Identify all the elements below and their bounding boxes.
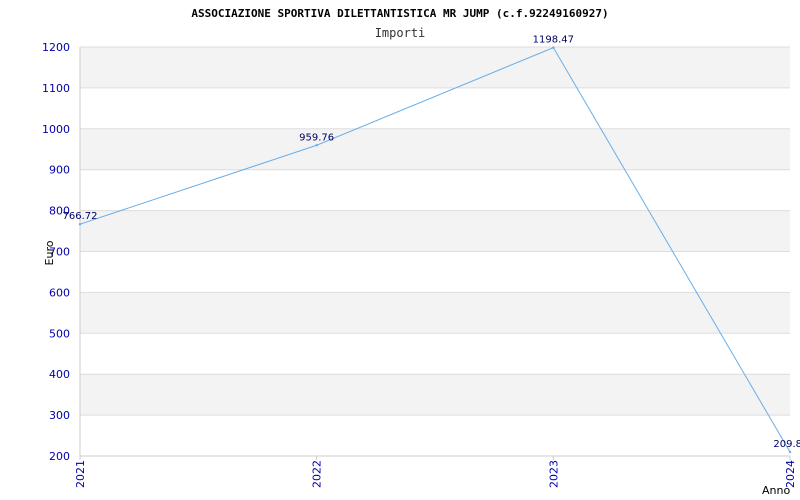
grid-band bbox=[80, 47, 790, 88]
data-label: 209.8 bbox=[773, 439, 800, 450]
data-point bbox=[78, 223, 82, 226]
x-axis-ticks: 2021 2022 2023 2024 bbox=[74, 456, 797, 488]
y-tick-label: 400 bbox=[49, 368, 70, 381]
y-tick-label: 600 bbox=[49, 286, 70, 299]
x-tick-label: 2022 bbox=[311, 460, 324, 488]
y-tick-label: 1200 bbox=[42, 41, 70, 54]
grid-bands bbox=[80, 47, 790, 416]
data-label: 766.72 bbox=[63, 211, 98, 222]
data-point bbox=[788, 450, 792, 454]
y-tick-label: 1100 bbox=[42, 82, 70, 95]
grid-band bbox=[80, 210, 790, 252]
chart-subtitle: Importi bbox=[375, 26, 426, 40]
y-tick-label: 900 bbox=[49, 164, 70, 177]
y-axis-label: Euro bbox=[43, 240, 56, 265]
y-tick-label: 200 bbox=[49, 450, 70, 463]
y-tick-label: 1000 bbox=[42, 123, 70, 136]
data-label: 1198.47 bbox=[533, 35, 574, 46]
x-tick-label: 2023 bbox=[547, 460, 560, 488]
chart: ASSOCIAZIONE SPORTIVA DILETTANTISTICA MR… bbox=[42, 7, 800, 497]
data-point bbox=[315, 144, 318, 147]
grid-band bbox=[80, 128, 790, 170]
x-axis-label: Anno bbox=[762, 484, 790, 497]
y-tick-label: 500 bbox=[49, 327, 70, 340]
data-point bbox=[552, 46, 555, 49]
data-label: 959.76 bbox=[299, 132, 334, 143]
y-tick-label: 300 bbox=[49, 409, 70, 422]
grid-band bbox=[80, 374, 790, 416]
chart-title: ASSOCIAZIONE SPORTIVA DILETTANTISTICA MR… bbox=[191, 7, 608, 20]
grid-band bbox=[80, 292, 790, 334]
x-tick-label: 2021 bbox=[74, 460, 87, 488]
